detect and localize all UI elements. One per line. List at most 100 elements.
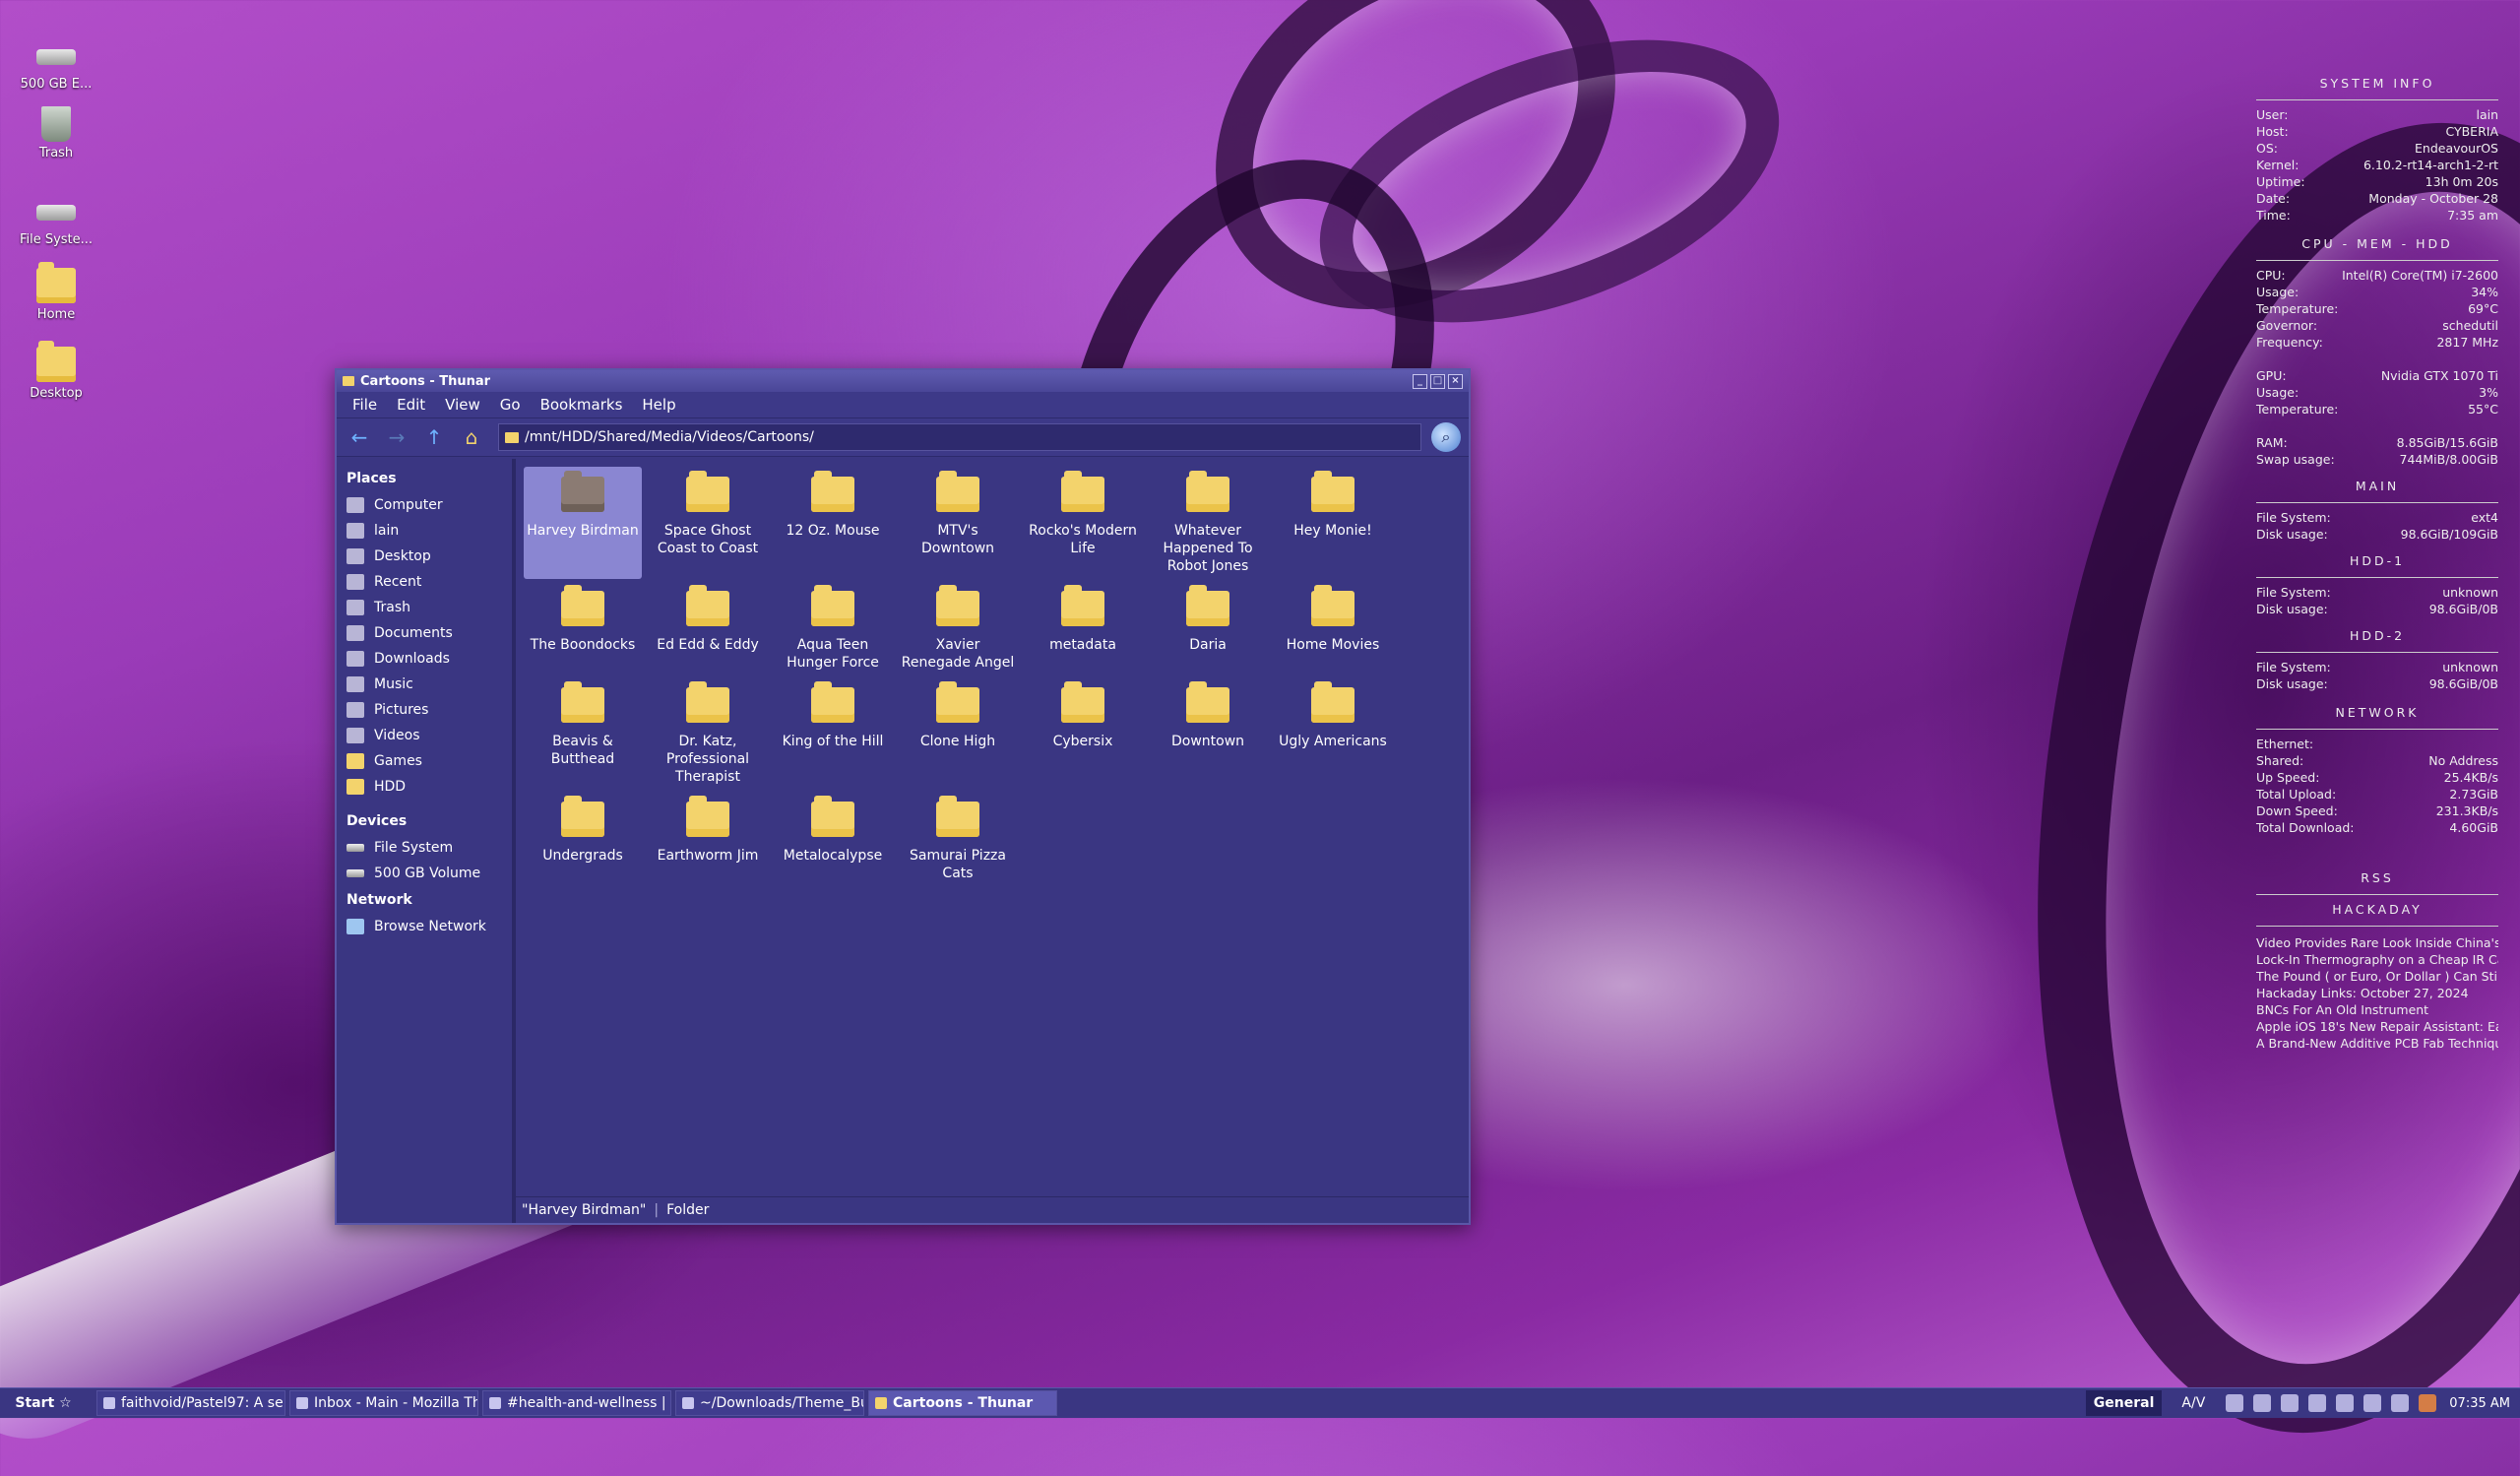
desktop-icon-filesystem[interactable]: File Syste... <box>14 193 98 247</box>
desktop-icon-home[interactable]: Home <box>14 262 98 322</box>
menu-file[interactable]: File <box>343 396 387 414</box>
updates-icon[interactable] <box>2363 1394 2382 1412</box>
menu-bookmarks[interactable]: Bookmarks <box>531 396 633 414</box>
sidebar-item-recent[interactable]: Recent <box>346 569 512 595</box>
folder-item[interactable]: Daria <box>1149 581 1267 675</box>
sidebar-item-documents[interactable]: Documents <box>346 620 512 646</box>
start-button[interactable]: Start ☆ <box>0 1390 87 1416</box>
folder-item[interactable]: Aqua Teen Hunger Force <box>774 581 892 675</box>
folder-item[interactable]: Downtown <box>1149 677 1267 790</box>
folder-label: metadata <box>1049 637 1116 653</box>
stat-row: File System: unknown <box>2256 659 2498 675</box>
rss-item[interactable]: The Pound ( or Euro, Or Dollar ) Can Sti… <box>2256 968 2498 985</box>
folder-item[interactable]: Dr. Katz, Professional Therapist <box>649 677 767 790</box>
workspace-switcher[interactable]: General <box>2085 1390 2163 1416</box>
desktop-icon-desktop[interactable]: Desktop <box>14 341 98 401</box>
notification-icon[interactable] <box>2419 1394 2437 1412</box>
close-button[interactable]: × <box>1448 373 1463 389</box>
menu-view[interactable]: View <box>435 396 490 414</box>
stat-value: schedutil <box>2442 318 2498 333</box>
folder-item[interactable]: Space Ghost Coast to Coast <box>649 467 767 579</box>
folder-item[interactable]: Beavis & Butthead <box>524 677 642 790</box>
rss-item[interactable]: BNCs For An Old Instrument <box>2256 1001 2498 1018</box>
sidebar-item-computer[interactable]: Computer <box>346 492 512 518</box>
main-disk-rows: File System: ext4 Disk usage: 98.6GiB/109Gi… <box>2256 509 2498 543</box>
steam-icon[interactable] <box>2253 1394 2272 1412</box>
desktop-icon-500gb[interactable]: 500 GB E... <box>14 37 98 92</box>
window-titlebar[interactable]: Cartoons - Thunar _ □ × <box>337 370 1469 392</box>
home-icon[interactable]: ⌂ <box>457 422 486 452</box>
file-view[interactable]: Harvey Birdman Space Ghost Coast to Coast… <box>514 459 1469 1223</box>
menu-edit[interactable]: Edit <box>387 396 435 414</box>
taskbar-task[interactable]: #health-and-wellness | N... <box>482 1390 671 1416</box>
clock[interactable]: 07:35 AM <box>2441 1396 2520 1411</box>
sidebar-item-filesystem[interactable]: File System <box>346 835 512 861</box>
sidebar-item-music[interactable]: Music <box>346 672 512 697</box>
sidebar-item-desktop[interactable]: Desktop <box>346 544 512 569</box>
sidebar-item-browse-network[interactable]: Browse Network <box>346 914 512 939</box>
folder-item[interactable]: MTV's Downtown <box>899 467 1017 579</box>
folder-item[interactable]: Rocko's Modern Life <box>1024 467 1142 579</box>
sidebar-item-downloads[interactable]: Downloads <box>346 646 512 672</box>
folder-item[interactable]: Clone High <box>899 677 1017 790</box>
folder-item[interactable]: Cybersix <box>1024 677 1142 790</box>
folder-item[interactable]: The Boondocks <box>524 581 642 675</box>
folder-item[interactable]: Ed Edd & Eddy <box>649 581 767 675</box>
folder-label: Downtown <box>1170 734 1245 749</box>
folder-item[interactable]: Hey Monie! <box>1274 467 1392 579</box>
taskbar-task-active[interactable]: Cartoons - Thunar <box>868 1390 1057 1416</box>
stat-label: Disk usage: <box>2256 602 2328 616</box>
volume-icon[interactable] <box>2391 1394 2410 1412</box>
toolbar: ← → ↑ ⌂ /mnt/HDD/Shared/Media/Videos/Car… <box>337 418 1469 457</box>
folder-item[interactable]: Earthworm Jim <box>649 792 767 886</box>
rss-item[interactable]: Video Provides Rare Look Inside China's … <box>2256 934 2498 951</box>
taskbar-task[interactable]: faithvoid/Pastel97: A seri... <box>96 1390 285 1416</box>
conky-panel: SYSTEM INFO User: lain Host: CYBERIA OS: Ende… <box>2256 69 2498 1052</box>
back-arrow-icon[interactable]: ← <box>345 422 374 452</box>
folder-item[interactable]: 12 Oz. Mouse <box>774 467 892 579</box>
folder-label: Aqua Teen Hunger Force <box>787 637 879 671</box>
network-connections-icon[interactable] <box>2336 1394 2355 1412</box>
folder-item[interactable]: King of the Hill <box>774 677 892 790</box>
sidebar-item-games[interactable]: Games <box>346 748 512 774</box>
sidebar-item-home[interactable]: lain <box>346 518 512 544</box>
desktop-icon-trash[interactable]: Trash <box>14 106 98 160</box>
sidebar-item-hdd[interactable]: HDD <box>346 774 512 800</box>
maximize-button[interactable]: □ <box>1430 373 1445 389</box>
forward-arrow-icon[interactable]: → <box>382 422 411 452</box>
sidebar-item-trash[interactable]: Trash <box>346 595 512 620</box>
up-arrow-icon[interactable]: ↑ <box>419 422 449 452</box>
folder-item[interactable]: Harvey Birdman <box>524 467 642 579</box>
sync-icon[interactable] <box>2281 1394 2300 1412</box>
minimize-button[interactable]: _ <box>1413 373 1427 389</box>
folder-item[interactable]: Whatever Happened To Robot Jones <box>1149 467 1267 579</box>
folder-item[interactable]: Samurai Pizza Cats <box>899 792 1017 886</box>
folder-item[interactable]: metadata <box>1024 581 1142 675</box>
section-heading-main: MAIN <box>2355 479 2400 493</box>
taskbar-task[interactable]: ~/Downloads/Theme_Buil... <box>675 1390 864 1416</box>
folder-item[interactable]: Ugly Americans <box>1274 677 1392 790</box>
search-icon[interactable]: ⌕ <box>1431 422 1461 452</box>
sidebar-item-pictures[interactable]: Pictures <box>346 697 512 723</box>
folder-item[interactable]: Home Movies <box>1274 581 1392 675</box>
av-label[interactable]: A/V <box>2162 1395 2221 1411</box>
folder-item[interactable]: Metalocalypse <box>774 792 892 886</box>
folder-item[interactable]: Undergrads <box>524 792 642 886</box>
rss-item[interactable]: Apple iOS 18's New Repair Assistant: Eas… <box>2256 1018 2498 1035</box>
rss-item[interactable]: Hackaday Links: October 27, 2024 <box>2256 985 2498 1001</box>
sidebar-item-videos[interactable]: Videos <box>346 723 512 748</box>
folder-icon <box>686 471 729 512</box>
menu-help[interactable]: Help <box>632 396 685 414</box>
stat-label: Swap usage: <box>2256 452 2335 467</box>
location-field[interactable]: /mnt/HDD/Shared/Media/Videos/Cartoons/ <box>498 423 1421 451</box>
stat-row: Total Upload: 2.73GiB <box>2256 786 2498 802</box>
desktop-icon-label: Home <box>36 307 76 322</box>
rss-item[interactable]: Lock-In Thermography on a Cheap IR Camer <box>2256 951 2498 968</box>
network-icon[interactable] <box>2226 1394 2244 1412</box>
taskbar-task[interactable]: Inbox - Main - Mozilla Thu... <box>289 1390 478 1416</box>
folder-item[interactable]: Xavier Renegade Angel <box>899 581 1017 675</box>
sidebar-item-500gb-volume[interactable]: 500 GB Volume <box>346 861 512 886</box>
rss-item[interactable]: A Brand-New Additive PCB Fab Technique? <box>2256 1035 2498 1052</box>
discord-icon[interactable] <box>2308 1394 2327 1412</box>
menu-go[interactable]: Go <box>490 396 531 414</box>
